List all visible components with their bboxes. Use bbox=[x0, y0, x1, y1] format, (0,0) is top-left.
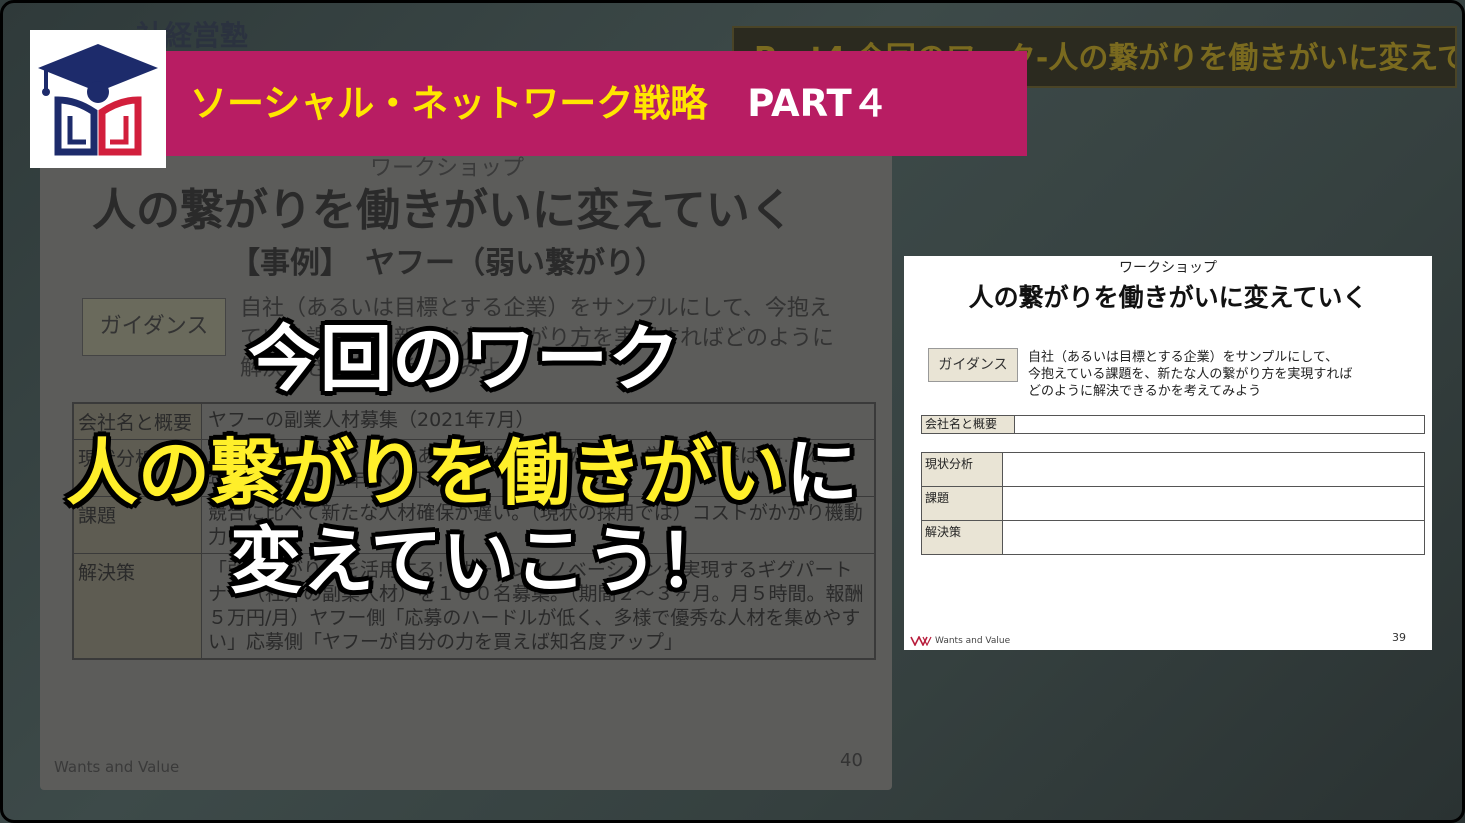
right-slide-footer-logo: Wants and Value bbox=[910, 636, 1010, 646]
right-slide-page-number: 39 bbox=[1392, 631, 1406, 644]
overlay-line-3: 変えていこう！ bbox=[230, 519, 731, 603]
guide-line: どのように解決できるかを考えてみよう bbox=[1028, 384, 1262, 399]
right-slide-subtitle: ワークショップ bbox=[1119, 260, 1217, 276]
title-banner: ソーシャル・ネットワーク戦略 PART４ bbox=[166, 51, 1027, 156]
row-label: 現状分析 bbox=[922, 453, 1003, 486]
left-slide-title: 人の繋がりを働きがいに変えていく bbox=[92, 185, 794, 236]
footer-logo-text: Wants and Value bbox=[935, 636, 1011, 646]
row-label: 解決策 bbox=[74, 554, 202, 658]
company-label: 会社名と概要 bbox=[922, 416, 1015, 433]
graduation-cap-book-icon bbox=[38, 44, 158, 156]
school-logo bbox=[30, 30, 166, 168]
right-slide-table: 現状分析 課題 解決策 bbox=[921, 452, 1425, 555]
guide-line: 自社（あるいは目標とする企業）をサンプルにして、 bbox=[1028, 350, 1339, 365]
table-row: 課題 bbox=[922, 487, 1424, 521]
banner-title: ソーシャル・ネットワーク戦略 bbox=[190, 82, 708, 125]
left-slide-guide-label: ガイダンス bbox=[82, 298, 226, 356]
banner-part: PART４ bbox=[747, 82, 889, 125]
thumbnail-canvas: 一社経営塾 Part4 今回のワーク-人の繋がりを働きがいに変えていく- ワーク… bbox=[0, 0, 1465, 823]
table-row: 現状分析 bbox=[922, 453, 1424, 487]
table-row: 解決策 bbox=[922, 521, 1424, 554]
right-slide-title: 人の繋がりを働きがいに変えていく bbox=[968, 283, 1368, 312]
left-slide-page-number: 40 bbox=[840, 750, 863, 771]
overlay-line-1: 今回のワーク bbox=[248, 317, 681, 401]
guide-line: 今抱えている課題を、新たな人の繋がり方を実現すれば bbox=[1028, 367, 1353, 382]
row-label: 課題 bbox=[922, 487, 1003, 520]
row-label: 解決策 bbox=[922, 521, 1003, 554]
wv-logo-icon bbox=[910, 636, 932, 646]
left-slide-footer-logo: Wants and Value bbox=[54, 758, 180, 776]
left-slide-case: 【事例】 ヤフー（弱い繋がり） bbox=[230, 246, 665, 281]
right-slide-guide-text: 自社（あるいは目標とする企業）をサンプルにして、 今抱えている課題を、新たな人の… bbox=[1028, 349, 1418, 400]
overlay-line-2-tail: に bbox=[786, 431, 859, 515]
right-slide-guide-label: ガイダンス bbox=[928, 348, 1018, 382]
right-slide: ワークショップ 人の繋がりを働きがいに変えていく ガイダンス 自社（あるいは目標… bbox=[904, 256, 1432, 650]
company-row: 会社名と概要 bbox=[921, 415, 1425, 434]
